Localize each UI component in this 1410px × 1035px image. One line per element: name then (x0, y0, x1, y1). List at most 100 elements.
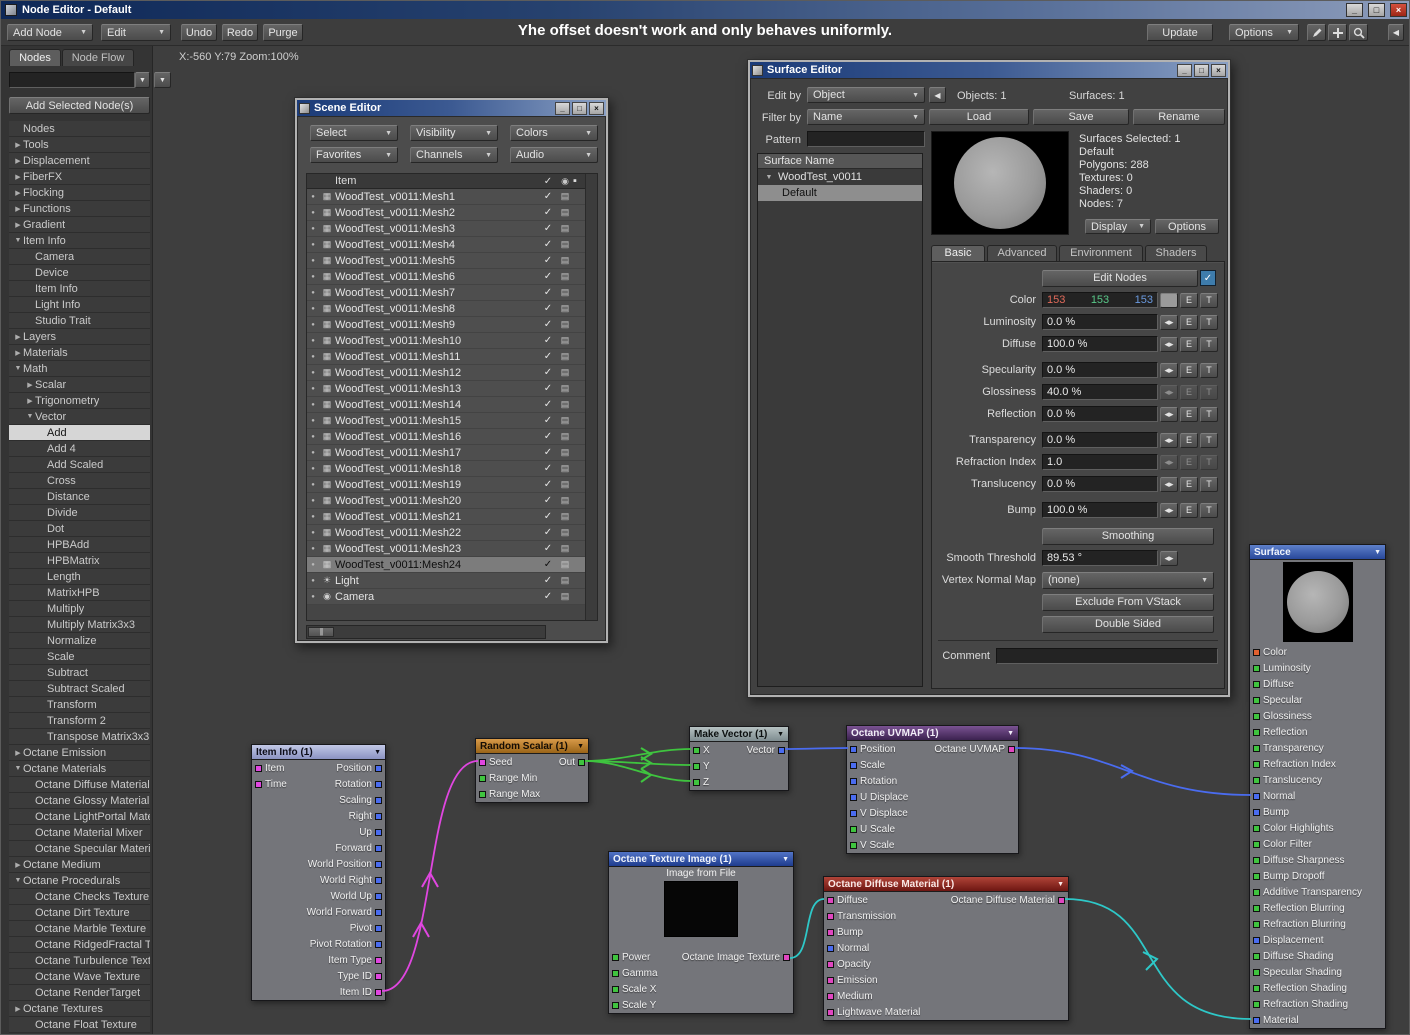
surface-preview[interactable] (931, 131, 1069, 235)
input-port-rotation[interactable] (850, 777, 857, 785)
scene-item-woodtest-v0011-mesh13[interactable]: ● ▦ WoodTest_v0011:Mesh13 ✓ ▤ (307, 381, 585, 397)
param-value[interactable]: 40.0 % (1042, 384, 1158, 400)
save-button[interactable]: Save (1033, 109, 1129, 125)
texture-button[interactable]: T (1200, 454, 1218, 470)
input-port-glossiness[interactable] (1253, 712, 1260, 720)
item-active-dot-icon[interactable]: ● (307, 562, 319, 568)
param-stepper[interactable]: ◂▸ (1160, 454, 1178, 470)
item-active-dot-icon[interactable]: ● (307, 482, 319, 488)
input-port-scale-x[interactable] (612, 985, 619, 993)
input-port-item[interactable] (255, 764, 262, 772)
scene-item-woodtest-v0011-mesh19[interactable]: ● ▦ WoodTest_v0011:Mesh19 ✓ ▤ (307, 477, 585, 493)
scene-item-woodtest-v0011-mesh17[interactable]: ● ▦ WoodTest_v0011:Mesh17 ✓ ▤ (307, 445, 585, 461)
input-port-position[interactable] (850, 745, 857, 753)
scene-item-woodtest-v0011-mesh23[interactable]: ● ▦ WoodTest_v0011:Mesh23 ✓ ▤ (307, 541, 585, 557)
input-port-emission[interactable] (827, 976, 834, 984)
item-options-icon[interactable]: ▤ (557, 559, 573, 570)
envelope-button[interactable]: E (1180, 406, 1198, 422)
envelope-button[interactable]: E (1180, 292, 1198, 308)
visibility-check-icon[interactable]: ✓ (539, 271, 557, 282)
input-port-material[interactable] (1253, 1016, 1260, 1024)
visibility-check-icon[interactable]: ✓ (539, 527, 557, 538)
item-active-dot-icon[interactable]: ● (307, 242, 319, 248)
window-titlebar[interactable]: Node Editor - Default _ □ × (1, 1, 1409, 19)
item-active-dot-icon[interactable]: ● (307, 402, 319, 408)
node-header[interactable]: Make Vector (1) ▼ (690, 727, 788, 742)
envelope-button[interactable]: E (1180, 384, 1198, 400)
input-port-range-min[interactable] (479, 774, 486, 782)
scene-item-woodtest-v0011-mesh20[interactable]: ● ▦ WoodTest_v0011:Mesh20 ✓ ▤ (307, 493, 585, 509)
item-options-icon[interactable]: ▤ (557, 431, 573, 442)
scene-item-light[interactable]: ● ☀ Light ✓ ▤ (307, 573, 585, 589)
param-stepper[interactable]: ◂▸ (1160, 476, 1178, 492)
output-port-octane-image-texture[interactable] (783, 953, 790, 961)
previous-surface-button[interactable]: ◀ (929, 87, 946, 103)
load-button[interactable]: Load (929, 109, 1029, 125)
visibility-check-icon[interactable]: ✓ (539, 543, 557, 554)
output-port-world-up[interactable] (375, 892, 382, 900)
input-port-refraction-shading[interactable] (1253, 1000, 1260, 1008)
vertical-scrollbar[interactable] (585, 174, 597, 620)
scene-item-woodtest-v0011-mesh5[interactable]: ● ▦ WoodTest_v0011:Mesh5 ✓ ▤ (307, 253, 585, 269)
scene-item-woodtest-v0011-mesh22[interactable]: ● ▦ WoodTest_v0011:Mesh22 ✓ ▤ (307, 525, 585, 541)
output-port-type-id[interactable] (375, 972, 382, 980)
node-header[interactable]: Octane Texture Image (1) ▼ (609, 852, 793, 867)
scene-item-woodtest-v0011-mesh2[interactable]: ● ▦ WoodTest_v0011:Mesh2 ✓ ▤ (307, 205, 585, 221)
surface-editor-titlebar[interactable]: Surface Editor _ □ × (750, 62, 1228, 78)
input-port-transmission[interactable] (827, 912, 834, 920)
item-active-dot-icon[interactable]: ● (307, 210, 319, 216)
scene-item-woodtest-v0011-mesh11[interactable]: ● ▦ WoodTest_v0011:Mesh11 ✓ ▤ (307, 349, 585, 365)
param-stepper[interactable]: ◂▸ (1160, 362, 1178, 378)
minimize-button[interactable]: _ (555, 101, 570, 115)
input-port-normal[interactable] (1253, 792, 1260, 800)
item-options-icon[interactable]: ▤ (557, 447, 573, 458)
node-item-info[interactable]: Item Info (1) ▼ Item Position Time Rotation Sc… (251, 744, 386, 1001)
envelope-button[interactable]: E (1180, 502, 1198, 518)
tab-advanced[interactable]: Advanced (987, 245, 1057, 261)
close-button[interactable]: × (1211, 63, 1226, 77)
scene-item-camera[interactable]: ● ◉ Camera ✓ ▤ (307, 589, 585, 605)
output-port-pivot[interactable] (375, 924, 382, 932)
output-port-world-right[interactable] (375, 876, 382, 884)
item-options-icon[interactable]: ▤ (557, 303, 573, 314)
input-port-color[interactable] (1253, 648, 1260, 656)
scene-editor-titlebar[interactable]: Scene Editor _ □ × (297, 100, 606, 116)
scene-item-woodtest-v0011-mesh6[interactable]: ● ▦ WoodTest_v0011:Mesh6 ✓ ▤ (307, 269, 585, 285)
smooth-threshold-value[interactable]: 89.53 ° (1042, 550, 1158, 566)
item-active-dot-icon[interactable]: ● (307, 370, 319, 376)
node-menu-icon[interactable]: ▼ (577, 743, 584, 750)
item-active-dot-icon[interactable]: ● (307, 194, 319, 200)
visibility-check-icon[interactable]: ✓ (539, 447, 557, 458)
node-surface[interactable]: Surface ▼ Color Luminosity Diffuse Specular Gl… (1249, 544, 1386, 1029)
visibility-check-icon[interactable]: ✓ (539, 367, 557, 378)
maximize-button[interactable]: □ (1194, 63, 1209, 77)
tab-environment[interactable]: Environment (1059, 245, 1143, 261)
channels-dropdown[interactable]: Channels ▼ (410, 147, 498, 163)
item-options-icon[interactable]: ▤ (557, 287, 573, 298)
item-options-icon[interactable]: ▤ (557, 351, 573, 362)
pattern-input[interactable] (807, 131, 925, 147)
close-button[interactable]: × (589, 101, 604, 115)
envelope-button[interactable]: E (1180, 476, 1198, 492)
item-options-icon[interactable]: ▤ (557, 511, 573, 522)
item-active-dot-icon[interactable]: ● (307, 354, 319, 360)
output-port-scaling[interactable] (375, 796, 382, 804)
input-port-diffuse[interactable] (1253, 680, 1260, 688)
visibility-check-icon[interactable]: ✓ (539, 255, 557, 266)
texture-button[interactable]: T (1200, 432, 1218, 448)
item-options-icon[interactable]: ▤ (557, 207, 573, 218)
scene-item-woodtest-v0011-mesh18[interactable]: ● ▦ WoodTest_v0011:Mesh18 ✓ ▤ (307, 461, 585, 477)
minimize-button[interactable]: _ (1346, 3, 1363, 17)
input-port-v-scale[interactable] (850, 841, 857, 849)
input-port-refraction-index[interactable] (1253, 760, 1260, 768)
item-options-icon[interactable]: ▤ (557, 575, 573, 586)
visibility-check-icon[interactable]: ✓ (539, 239, 557, 250)
visibility-check-icon[interactable]: ✓ (539, 207, 557, 218)
item-options-icon[interactable]: ▤ (557, 335, 573, 346)
node-menu-icon[interactable]: ▼ (1374, 549, 1381, 556)
input-port-diffuse[interactable] (827, 896, 834, 904)
input-port-translucency[interactable] (1253, 776, 1260, 784)
param-stepper[interactable]: ◂▸ (1160, 336, 1178, 352)
item-options-icon[interactable]: ▤ (557, 239, 573, 250)
texture-button[interactable]: T (1200, 406, 1218, 422)
